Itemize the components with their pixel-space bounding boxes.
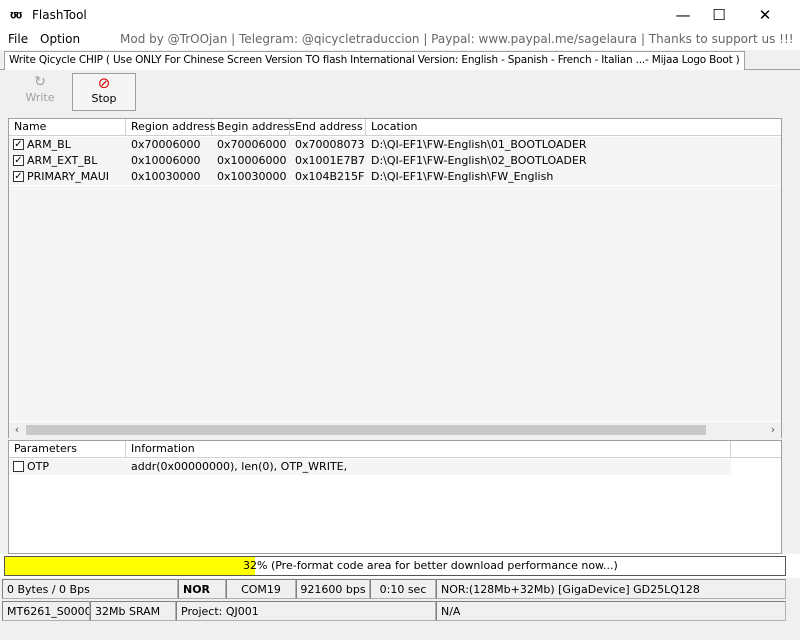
progress-fill [5,557,255,575]
app-icon: ʊʊ [10,8,22,21]
toolbar: ↻ Write ⊘ Stop [0,70,800,114]
cell-param-name: OTP [27,460,50,473]
cell-name: PRIMARY_MAUI [27,170,110,183]
menu-file[interactable]: File [8,32,28,46]
region-list-header: Name Region address Begin address End ad… [9,119,781,136]
status-bar-bottom: MT6261_S0000 32Mb SRAM Project: QJ001 N/… [0,600,800,622]
credits-text: Mod by @TrOOjan | Telegram: @qicycletrad… [120,32,794,46]
maximize-button[interactable]: ☐ [696,0,742,30]
col-name[interactable]: Name [9,119,126,136]
menu-option[interactable]: Option [40,32,80,46]
parameters-header: Parameters Information [9,441,781,458]
status-baud: 921600 bps [296,579,370,599]
list-empty-area [9,186,781,421]
write-button[interactable]: ↻ Write [8,73,72,111]
table-row[interactable]: ✓ PRIMARY_MAUI 0x10030000 0x10030000 0x1… [9,169,781,185]
scrollbar-thumb[interactable] [26,425,706,435]
cell-location[interactable]: D:\QI-EF1\FW-English\01_BOOTLOADER [366,137,587,153]
parameters-list: Parameters Information OTP addr(0x000000… [8,440,782,554]
tab-write-chip[interactable]: Write Qicycle CHIP ( Use ONLY For Chines… [4,51,745,70]
main-area: Name Region address Begin address End ad… [0,114,800,554]
col-region-address[interactable]: Region address [126,119,215,136]
cell-location[interactable]: D:\QI-EF1\FW-English\02_BOOTLOADER [366,153,587,169]
table-row[interactable]: ✓ ARM_BL 0x70006000 0x70006000 0x7000807… [9,137,781,153]
stop-icon: ⊘ [97,74,111,92]
col-information[interactable]: Information [126,441,731,458]
bottom-strip [0,622,800,640]
status-na: N/A [436,601,786,621]
cell-region: 0x10006000 [131,154,201,167]
region-list: Name Region address Begin address End ad… [8,118,782,438]
cell-begin: 0x10030000 [217,170,287,183]
table-row[interactable]: OTP addr(0x00000000), len(0), OTP_WRITE, [9,459,731,475]
write-label: Write [25,91,55,104]
cell-region: 0x70006000 [131,138,201,151]
table-row[interactable]: ✓ ARM_EXT_BL 0x10006000 0x10006000 0x100… [9,153,781,169]
status-bar-top: 0 Bytes / 0 Bps NOR COM19 921600 bps 0:1… [0,578,800,600]
progress-bar: 32% (Pre-format code area for better dow… [4,556,786,576]
cell-end: 0x70008073 [295,138,365,151]
cell-param-info: addr(0x00000000), len(0), OTP_WRITE, [131,460,348,473]
status-time: 0:10 sec [370,579,436,599]
status-sram: 32Mb SRAM [90,601,176,621]
title-bar: ʊʊ FlashTool — ☐ ✕ [0,0,800,30]
write-icon: ↻ [34,74,46,90]
col-end-address[interactable]: End address [290,119,366,136]
status-nor-info: NOR:(128Mb+32Mb) [GigaDevice] GD25LQ128 [436,579,786,599]
col-location[interactable]: Location [366,119,781,136]
window-title: FlashTool [32,8,87,22]
scroll-right-icon[interactable]: › [765,422,781,438]
stop-button[interactable]: ⊘ Stop [72,73,136,111]
col-parameters[interactable]: Parameters [9,441,126,458]
cell-end: 0x104B215F [295,170,365,183]
stop-label: Stop [91,92,117,105]
cell-begin: 0x10006000 [217,154,287,167]
status-project: Project: QJ001 [176,601,436,621]
scroll-left-icon[interactable]: ‹ [9,422,25,438]
close-button[interactable]: ✕ [742,0,788,30]
status-port: COM19 [226,579,296,599]
cell-name: ARM_EXT_BL [27,154,98,167]
status-bytes: 0 Bytes / 0 Bps [2,579,178,599]
cell-end: 0x1001E7B7 [295,154,365,167]
cell-region: 0x10030000 [131,170,201,183]
status-chip: MT6261_S0000 [2,601,90,621]
progress-text: 32% (Pre-format code area for better dow… [243,559,618,572]
cell-begin: 0x70006000 [217,138,287,151]
status-flash-type: NOR [178,579,226,599]
horizontal-scrollbar[interactable]: ‹ › [9,422,781,438]
menu-bar: File Option Mod by @TrOOjan | Telegram: … [0,30,800,50]
cell-name: ARM_BL [27,138,71,151]
cell-location[interactable]: D:\QI-EF1\FW-English\FW_English [366,169,553,185]
tab-strip: Write Qicycle CHIP ( Use ONLY For Chines… [0,50,800,70]
col-begin-address[interactable]: Begin address [212,119,295,136]
